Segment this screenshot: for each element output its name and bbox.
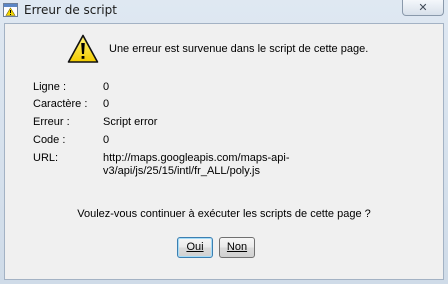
no-button-label: Non — [226, 241, 248, 253]
script-error-icon — [3, 3, 18, 17]
no-button[interactable]: Non — [219, 237, 255, 258]
warning-icon — [67, 34, 99, 63]
code-value: 0 — [103, 134, 110, 146]
code-label: Code : — [33, 134, 66, 146]
url-value: http://maps.googleapis.com/maps-api-v3/a… — [103, 152, 290, 177]
character-value: 0 — [103, 98, 110, 110]
yes-button-label: Oui — [186, 241, 204, 253]
url-label: URL: — [33, 152, 59, 164]
character-label: Caractère : — [33, 98, 88, 110]
dialog-body: Une erreur est survenue dans le script d… — [4, 23, 444, 280]
script-error-dialog: Erreur de script ✕ Une erreur est surven… — [0, 0, 448, 284]
continue-question: Voulez-vous continuer à exécuter les scr… — [77, 208, 371, 220]
close-button[interactable]: ✕ — [402, 0, 444, 16]
error-message: Une erreur est survenue dans le script d… — [109, 43, 369, 55]
line-label: Ligne : — [33, 81, 67, 93]
error-label: Erreur : — [33, 116, 70, 128]
close-icon: ✕ — [418, 1, 428, 14]
error-value: Script error — [103, 116, 158, 128]
title-bar[interactable]: Erreur de script ✕ — [0, 0, 448, 22]
window-title: Erreur de script — [24, 3, 117, 17]
line-value: 0 — [103, 81, 110, 93]
yes-button[interactable]: Oui — [177, 237, 213, 258]
